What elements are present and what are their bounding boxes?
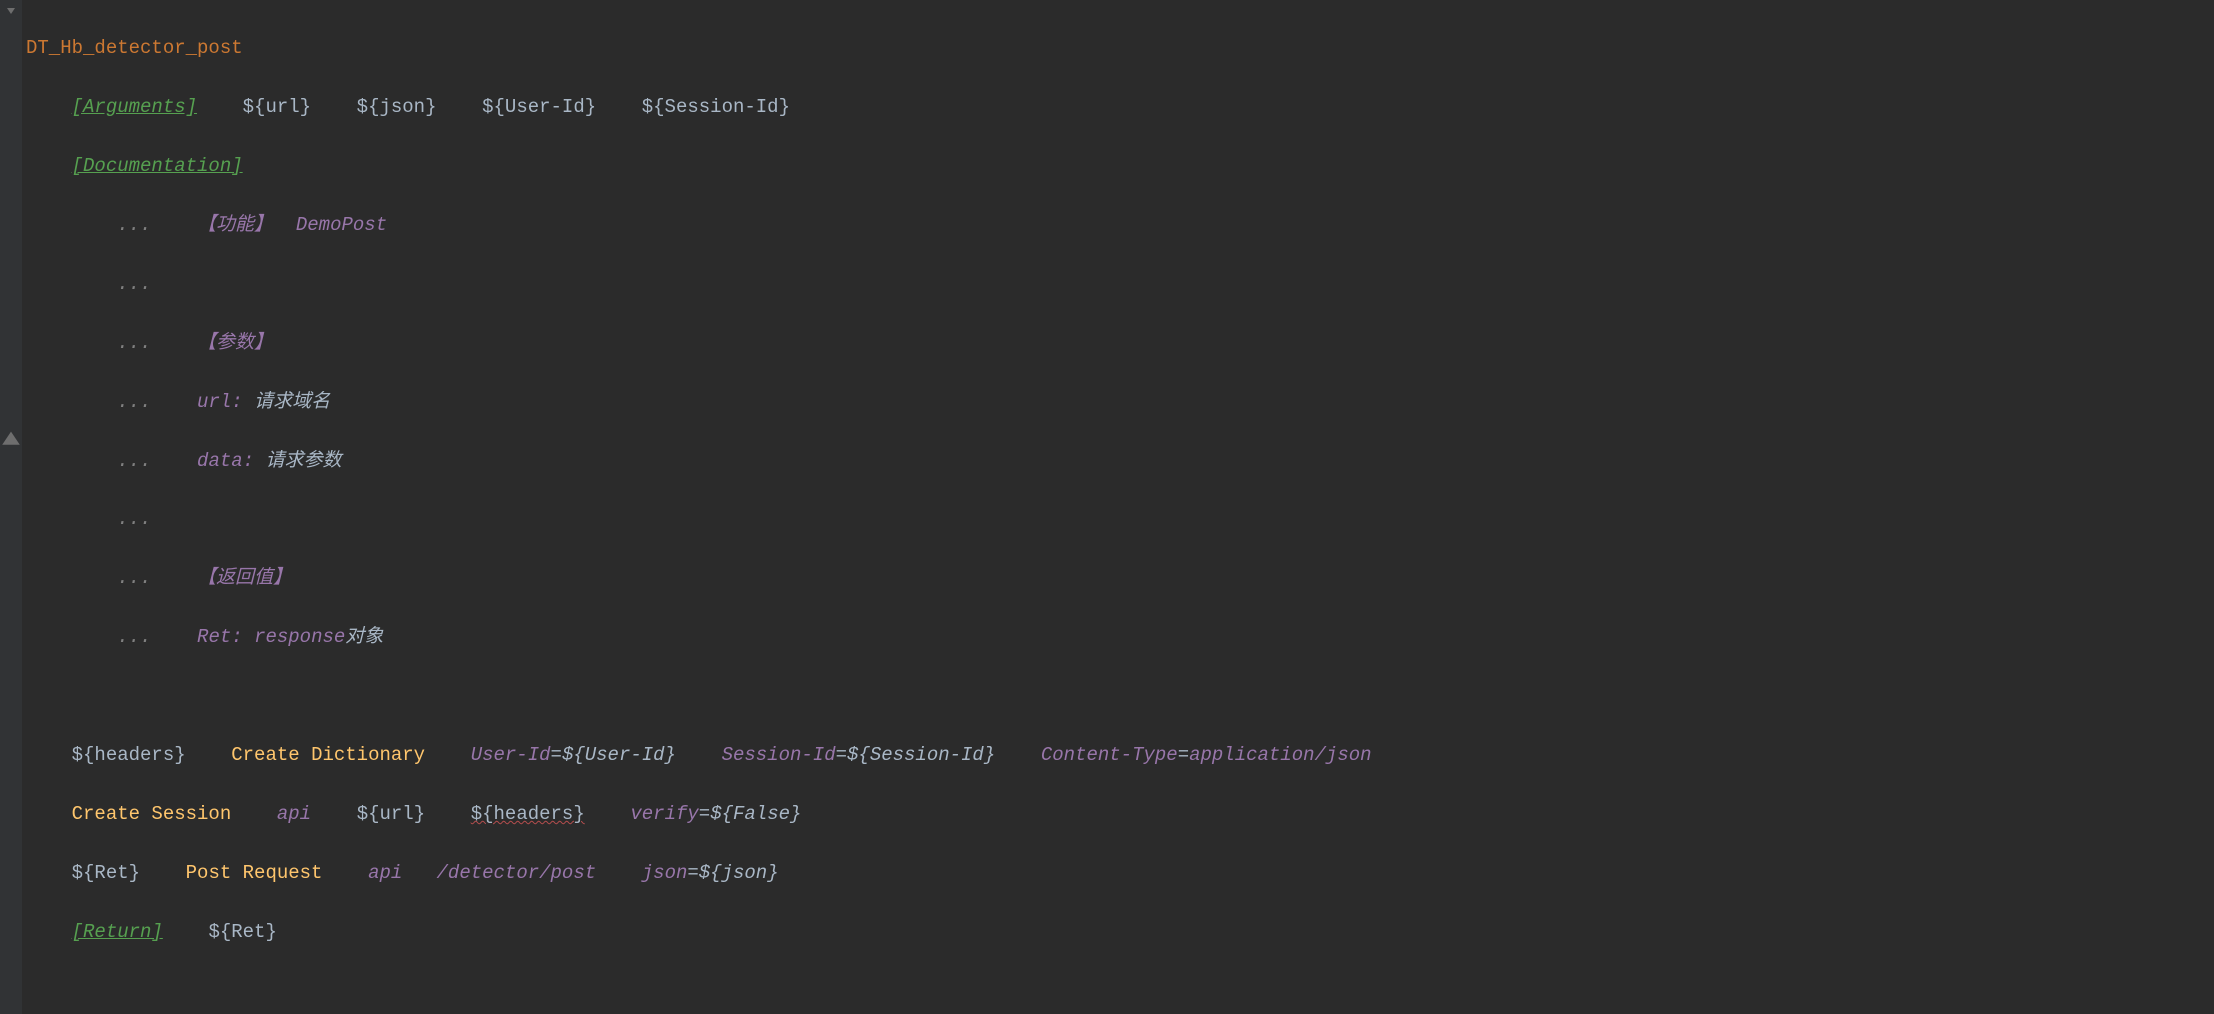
doc-func-line: ... 【功能】 DemoPost bbox=[26, 211, 1372, 240]
documentation-setting: [Documentation] bbox=[72, 155, 243, 177]
json-val: ${json} bbox=[699, 862, 779, 884]
keyword-name-line: DT_Hb_detector_post bbox=[26, 34, 1372, 63]
create-dictionary: Create Dictionary bbox=[231, 744, 425, 766]
doc-func-val: DemoPost bbox=[296, 214, 387, 236]
path: /detector/post bbox=[437, 862, 597, 884]
doc-cont: ... bbox=[117, 450, 151, 472]
headers-arg: ${headers} bbox=[471, 803, 585, 825]
doc-ret-cn: 对象 bbox=[345, 626, 383, 648]
return-setting: [Return] bbox=[72, 921, 163, 943]
doc-cont: ... bbox=[117, 214, 151, 236]
doc-param-tag: 【参数】 bbox=[197, 332, 273, 354]
create-session: Create Session bbox=[72, 803, 232, 825]
arguments-setting: [Arguments] bbox=[72, 96, 197, 118]
doc-ret-label: Ret: bbox=[197, 626, 243, 648]
doc-blank-1: ... bbox=[26, 270, 1372, 299]
doc-ret-tag: 【返回值】 bbox=[197, 567, 292, 589]
fold-end-icon[interactable] bbox=[0, 429, 22, 443]
arguments-line: [Arguments] ${url} ${json} ${User-Id} ${… bbox=[26, 93, 1372, 122]
post-request-line: ${Ret} Post Request api /detector/post j… bbox=[26, 859, 1372, 888]
doc-cont: ... bbox=[117, 273, 151, 295]
return-val: ${Ret} bbox=[208, 921, 276, 943]
keyword-name: DT_Hb_detector_post bbox=[26, 37, 243, 59]
doc-ret-en: response bbox=[254, 626, 345, 648]
url-var: ${url} bbox=[357, 803, 425, 825]
doc-data-line: ... data: 请求参数 bbox=[26, 447, 1372, 476]
doc-cont: ... bbox=[117, 567, 151, 589]
doc-cont: ... bbox=[117, 626, 151, 648]
doc-url-desc: 请求域名 bbox=[254, 391, 330, 413]
user-id-key: User-Id bbox=[471, 744, 551, 766]
code-area[interactable]: DT_Hb_detector_post [Arguments] ${url} $… bbox=[22, 0, 1372, 1014]
arg-url: ${url} bbox=[243, 96, 311, 118]
doc-ret-tag-line: ... 【返回值】 bbox=[26, 564, 1372, 593]
verify-val: ${False} bbox=[710, 803, 801, 825]
doc-blank-2: ... bbox=[26, 505, 1372, 534]
ret-var: ${Ret} bbox=[72, 862, 140, 884]
doc-data-desc: 请求参数 bbox=[265, 450, 341, 472]
doc-url-line: ... url: 请求域名 bbox=[26, 388, 1372, 417]
documentation-line: [Documentation] bbox=[26, 152, 1372, 181]
doc-cont: ... bbox=[117, 332, 151, 354]
session-id-key: Session-Id bbox=[722, 744, 836, 766]
doc-param-tag-line: ... 【参数】 bbox=[26, 329, 1372, 358]
doc-cont: ... bbox=[117, 391, 151, 413]
content-type-key: Content-Type bbox=[1041, 744, 1178, 766]
doc-func-tag: 【功能】 bbox=[197, 214, 273, 236]
code-editor[interactable]: DT_Hb_detector_post [Arguments] ${url} $… bbox=[0, 0, 2214, 1014]
json-key: json bbox=[642, 862, 688, 884]
blank-line bbox=[26, 682, 1372, 711]
api-alias: api bbox=[277, 803, 311, 825]
gutter bbox=[0, 0, 22, 1014]
arg-session-id: ${Session-Id} bbox=[642, 96, 790, 118]
fold-collapse-icon[interactable] bbox=[4, 5, 18, 19]
headers-var: ${headers} bbox=[72, 744, 186, 766]
return-line: [Return] ${Ret} bbox=[26, 918, 1372, 947]
doc-ret-line: ... Ret: response对象 bbox=[26, 623, 1372, 652]
create-dict-line: ${headers} Create Dictionary User-Id=${U… bbox=[26, 741, 1372, 770]
create-session-line: Create Session api ${url} ${headers} ver… bbox=[26, 800, 1372, 829]
api-alias-2: api bbox=[368, 862, 402, 884]
content-type-val: application/json bbox=[1189, 744, 1371, 766]
doc-cont: ... bbox=[117, 508, 151, 530]
verify-key: verify bbox=[630, 803, 698, 825]
arg-user-id: ${User-Id} bbox=[482, 96, 596, 118]
arg-json: ${json} bbox=[357, 96, 437, 118]
user-id-val: ${User-Id} bbox=[562, 744, 676, 766]
doc-data-label: data: bbox=[197, 450, 254, 472]
session-id-val: ${Session-Id} bbox=[847, 744, 995, 766]
post-request: Post Request bbox=[186, 862, 323, 884]
doc-url-label: url: bbox=[197, 391, 243, 413]
